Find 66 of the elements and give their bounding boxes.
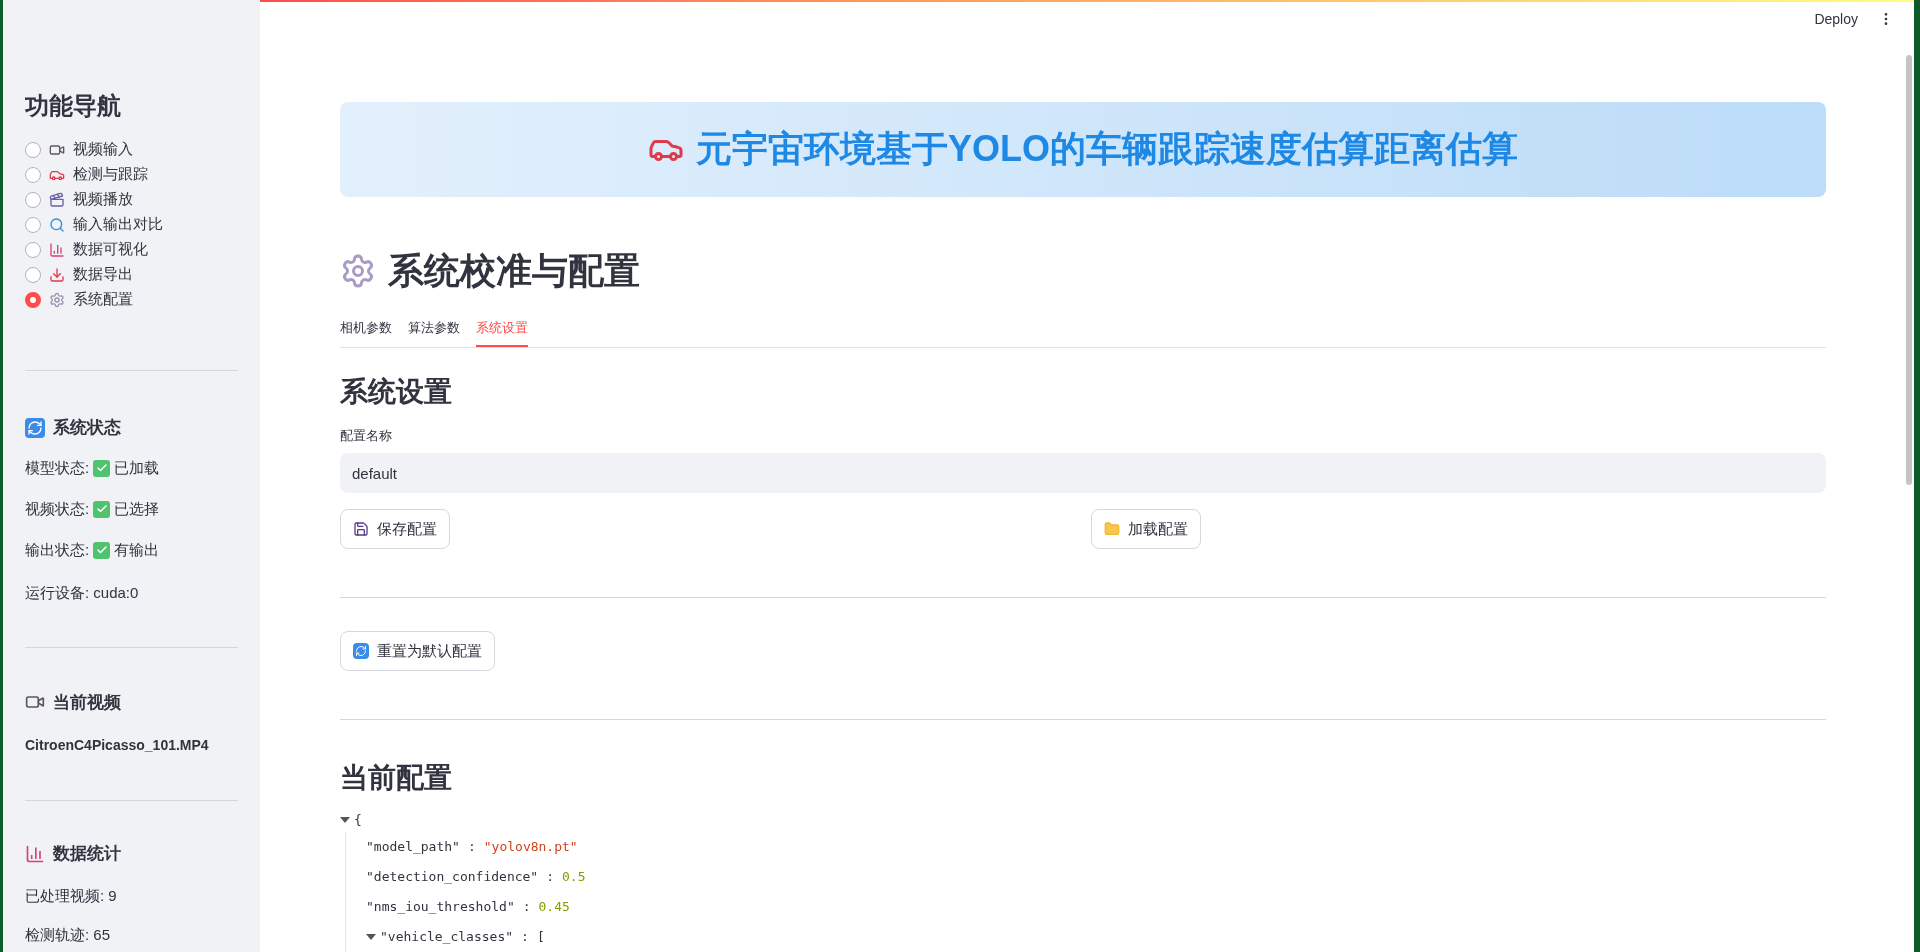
- json-value: "yolov8n.pt": [483, 838, 578, 857]
- json-colon: :: [466, 838, 477, 857]
- json-value: [: [536, 928, 545, 947]
- radio-button[interactable]: [25, 191, 41, 208]
- json-value: 0.5: [562, 868, 586, 887]
- status-label: 模型状态:: [25, 457, 90, 478]
- status-value: 已选择: [114, 498, 160, 519]
- nav-item[interactable]: 输入输出对比: [73, 213, 163, 236]
- download-icon: [49, 266, 65, 283]
- bar-chart-icon: [25, 843, 45, 864]
- load-config-button[interactable]: 加载配置: [1091, 509, 1201, 549]
- status-value: 有输出: [114, 539, 160, 560]
- clapperboard-icon: [49, 191, 65, 208]
- section-title: 系统设置: [340, 374, 453, 409]
- collapse-triangle-icon[interactable]: [366, 934, 376, 940]
- section-title: 当前配置: [340, 761, 453, 795]
- radio-button[interactable]: [25, 141, 41, 158]
- save-config-button[interactable]: 保存配置: [340, 509, 450, 549]
- nav-item[interactable]: 视频播放: [73, 188, 133, 211]
- stat-line: 检测轨迹: 65: [25, 924, 112, 943]
- nav-item[interactable]: 检测与跟踪: [73, 163, 148, 186]
- radio-button[interactable]: [25, 241, 41, 258]
- json-colon: :: [545, 868, 555, 887]
- radio-button[interactable]: [25, 166, 41, 183]
- radio-button[interactable]: [25, 291, 41, 308]
- tab[interactable]: 相机参数: [340, 310, 392, 347]
- status-label: 输出状态:: [25, 539, 90, 560]
- device-info: 运行设备: cuda:0: [25, 582, 140, 601]
- section-heading: 当前视频: [53, 691, 121, 714]
- folder-icon: [1104, 521, 1120, 537]
- video-filename: CitroenC4Picasso_101.MP4: [25, 736, 210, 755]
- sidebar-title: 功能导航: [25, 94, 122, 118]
- config-name-field[interactable]: default: [340, 453, 1826, 493]
- bar-chart-icon: [49, 241, 65, 258]
- status-label: 视频状态:: [25, 498, 90, 519]
- gear-icon: [340, 252, 376, 289]
- tab[interactable]: 算法参数: [408, 310, 460, 347]
- json-key: "nms_iou_threshold": [366, 897, 515, 917]
- radio-button[interactable]: [25, 266, 41, 283]
- nav-item[interactable]: 视频输入: [73, 138, 133, 161]
- json-key: "model_path": [366, 837, 460, 857]
- search-icon: [49, 216, 65, 233]
- json-colon: :: [521, 898, 532, 917]
- reset-config-button[interactable]: 重置为默认配置: [340, 631, 495, 671]
- json-key: "detection_confidence": [366, 867, 539, 887]
- collapse-triangle-icon[interactable]: [340, 817, 350, 823]
- refresh-icon: [25, 417, 45, 438]
- status-value: 已加载: [114, 457, 160, 478]
- field-label: 配置名称: [340, 426, 393, 445]
- page-title: 系统校准与配置: [388, 248, 640, 293]
- refresh-icon: [353, 643, 369, 659]
- json-key: "vehicle_classes": [380, 927, 514, 947]
- json-brace: {: [354, 811, 362, 830]
- section-heading: 系统状态: [53, 417, 121, 439]
- nav-item[interactable]: 数据可视化: [73, 238, 148, 261]
- radio-button[interactable]: [25, 216, 41, 233]
- gear-icon: [49, 291, 65, 308]
- nav-item[interactable]: 系统配置: [73, 288, 133, 311]
- nav-item[interactable]: 数据导出: [73, 263, 133, 286]
- json-colon: :: [520, 928, 530, 947]
- json-value: 0.45: [538, 898, 570, 917]
- banner-title: 元宇宙环境基于YOLO的车辆跟踪速度估算距离估算: [696, 127, 1518, 171]
- deploy-button[interactable]: Deploy: [1814, 8, 1858, 30]
- scrollbar-thumb[interactable]: [1906, 55, 1912, 485]
- stat-line: 已处理视频: 9: [25, 885, 118, 904]
- section-heading: 数据统计: [53, 843, 121, 865]
